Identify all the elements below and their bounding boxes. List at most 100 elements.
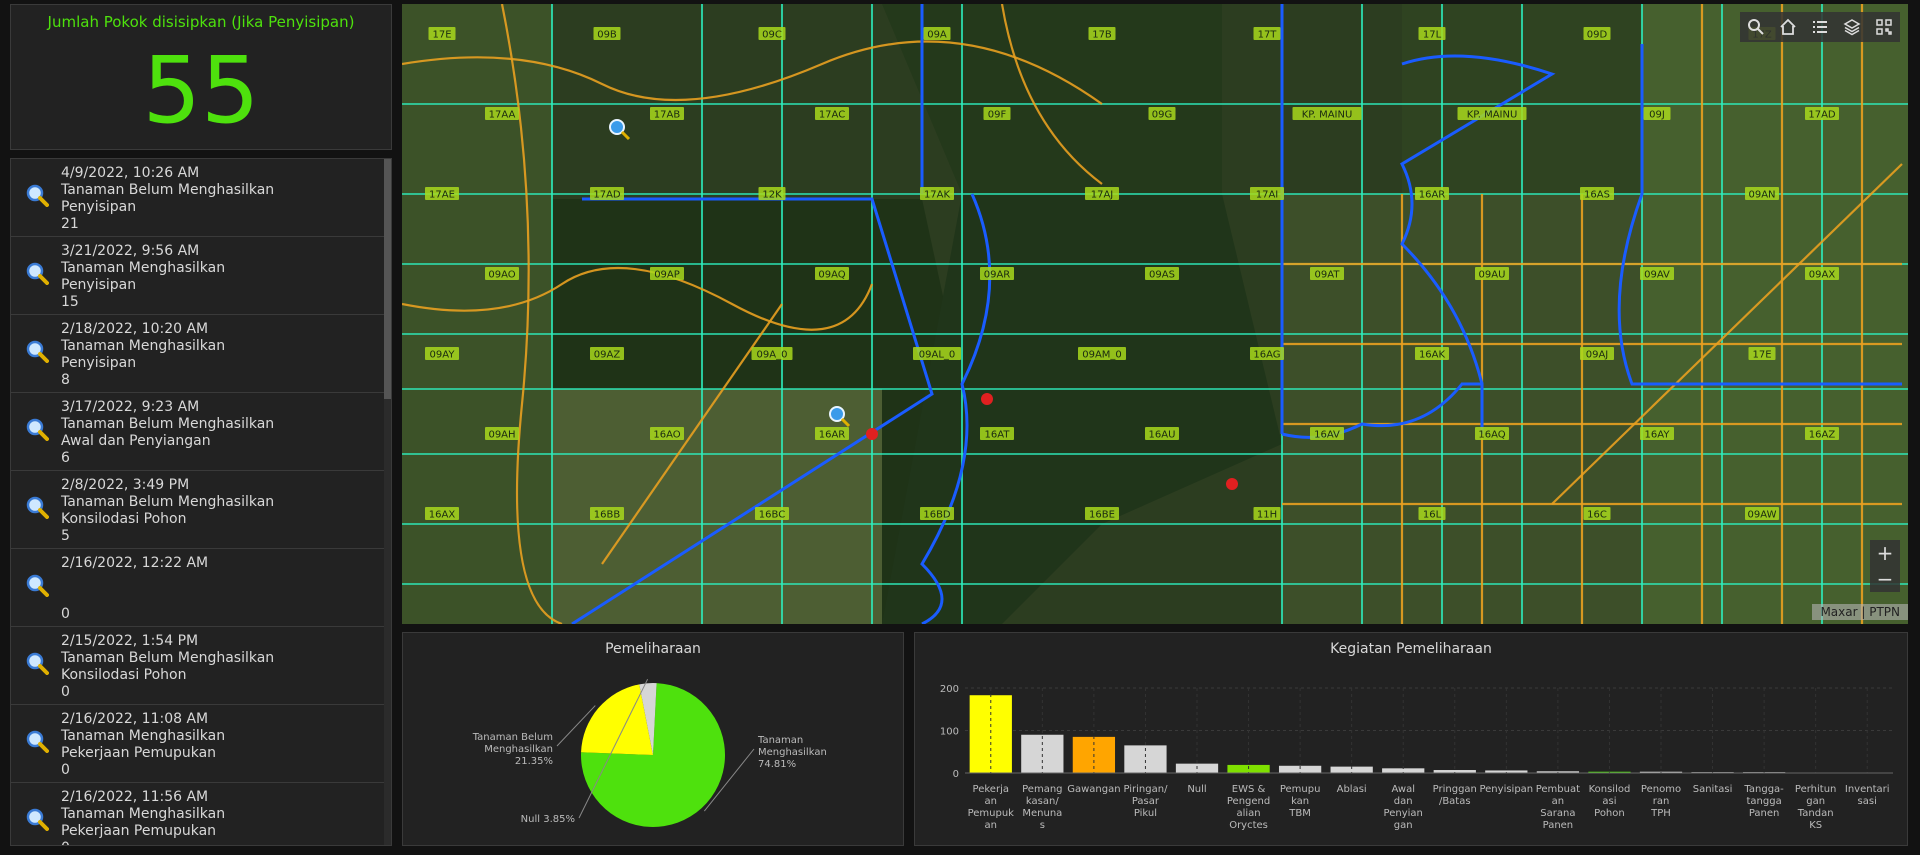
- svg-text:09AP: 09AP: [654, 270, 680, 281]
- map-block-label: 17AK: [920, 187, 954, 201]
- map-block-label: 17E: [1748, 347, 1776, 361]
- svg-text:17T: 17T: [1258, 30, 1278, 41]
- x-tick-label: tangga: [1747, 796, 1782, 807]
- svg-text:09AM_0: 09AM_0: [1082, 350, 1122, 361]
- zoom-to-icon[interactable]: [25, 183, 49, 207]
- y-tick-label: 0: [953, 769, 959, 780]
- svg-text:09AT: 09AT: [1315, 270, 1341, 281]
- svg-text:16BE: 16BE: [1089, 510, 1115, 521]
- svg-text:09A_0: 09A_0: [757, 350, 788, 361]
- x-tick-label: Menuna: [1022, 808, 1062, 819]
- map-block-label: 09AJ: [1580, 347, 1614, 361]
- svg-text:09AN: 09AN: [1748, 190, 1775, 201]
- x-tick-label: Pemupuk: [968, 808, 1015, 819]
- list-scrollbar-thumb[interactable]: [384, 159, 391, 399]
- map-block-label: 16AX: [425, 507, 459, 521]
- list-item-category: Tanaman Menghasilkan: [61, 728, 226, 744]
- list-item[interactable]: 3/21/2022, 9:56 AM Tanaman Menghasilkan Pe…: [11, 237, 391, 315]
- x-tick-label: Panen: [1543, 820, 1574, 831]
- x-tick-label: Tangga-: [1743, 784, 1784, 795]
- list-item[interactable]: 2/18/2022, 10:20 AM Tanaman Menghasilkan P…: [11, 315, 391, 393]
- list-item-date: 2/8/2022, 3:49 PM: [61, 477, 190, 493]
- map-point-marker[interactable]: [866, 428, 878, 440]
- record-list[interactable]: 4/9/2022, 10:26 AM Tanaman Belum Menghasi…: [10, 158, 392, 846]
- map-block-label: 09AH: [485, 427, 519, 441]
- svg-text:16AR: 16AR: [819, 430, 846, 441]
- pie-chart[interactable]: TanamanMenghasilkan74.81%Tanaman BelumMe…: [403, 633, 903, 845]
- zoom-out-button[interactable]: −: [1870, 566, 1900, 592]
- map-point-marker[interactable]: [981, 393, 993, 405]
- bar-chart[interactable]: 0100200PekerjaanPemupukanPemangkasan/Men…: [915, 633, 1907, 845]
- list-item-count: 0: [61, 606, 70, 622]
- svg-text:09B: 09B: [597, 30, 617, 41]
- map-block-label: 16AQ: [1475, 427, 1509, 441]
- list-scrollbar[interactable]: [384, 159, 391, 845]
- map-block-label: 17AJ: [1085, 187, 1119, 201]
- zoom-to-icon[interactable]: [25, 339, 49, 363]
- map-block-label: 16BB: [590, 507, 624, 521]
- zoom-to-icon[interactable]: [25, 495, 49, 519]
- x-tick-label: Pikul: [1134, 808, 1157, 819]
- x-tick-label: sasi: [1858, 796, 1877, 807]
- zoom-to-icon[interactable]: [25, 729, 49, 753]
- x-tick-label: Penyisipan: [1479, 784, 1533, 795]
- x-tick-label: Gawangan: [1067, 784, 1120, 795]
- zoom-to-icon[interactable]: [25, 261, 49, 285]
- list-item[interactable]: 2/15/2022, 1:54 PM Tanaman Belum Menghasi…: [11, 627, 391, 705]
- x-tick-label: Pringgan: [1433, 784, 1477, 795]
- plantation-area: [1642, 4, 1908, 624]
- list-item-category: [61, 572, 208, 589]
- y-tick-label: 200: [940, 684, 959, 695]
- x-tick-label: gan: [1394, 820, 1413, 831]
- svg-text:09AL_0: 09AL_0: [919, 350, 956, 361]
- zoom-to-icon[interactable]: [25, 651, 49, 675]
- map-block-label: 09AO: [485, 267, 519, 281]
- list-item[interactable]: 3/17/2022, 9:23 AM Tanaman Belum Menghasi…: [11, 393, 391, 471]
- zoom-to-icon[interactable]: [25, 417, 49, 441]
- map-toolbar: [1740, 12, 1900, 42]
- svg-text:16AK: 16AK: [1419, 350, 1446, 361]
- map-block-label: 09AW: [1745, 507, 1779, 521]
- x-tick-label: Oryctes: [1229, 820, 1268, 831]
- search-icon[interactable]: [1740, 12, 1772, 42]
- svg-text:16AZ: 16AZ: [1809, 430, 1836, 441]
- indicator-title: Jumlah Pokok disisipkan (Jika Penyisipan…: [47, 13, 355, 31]
- pie-slice-label: Menghasilkan: [758, 747, 827, 758]
- x-tick-label: Piringan/: [1123, 784, 1168, 795]
- zoom-in-button[interactable]: +: [1870, 540, 1900, 566]
- y-tick-label: 100: [940, 727, 959, 738]
- pie-slice-label: 21.35%: [515, 756, 553, 767]
- svg-text:KP. MAINU: KP. MAINU: [1467, 110, 1518, 121]
- list-item[interactable]: 2/16/2022, 11:08 AM Tanaman Menghasilkan P…: [11, 705, 391, 783]
- pie-slice-label: Tanaman Belum: [472, 732, 553, 743]
- list-item[interactable]: 2/8/2022, 3:49 PM Tanaman Belum Menghasil…: [11, 471, 391, 549]
- legend-list-icon[interactable]: [1804, 12, 1836, 42]
- map-block-label: 12K: [758, 187, 786, 201]
- layers-icon[interactable]: [1836, 12, 1868, 42]
- plantation-area: [402, 4, 552, 624]
- zoom-to-icon[interactable]: [25, 573, 49, 597]
- svg-text:16BC: 16BC: [759, 510, 785, 521]
- map-point-marker[interactable]: [1226, 478, 1238, 490]
- qr-basemap-icon[interactable]: [1868, 12, 1900, 42]
- map-block-label: 16AT: [980, 427, 1014, 441]
- x-tick-label: Konsilod: [1589, 784, 1631, 795]
- satellite-map[interactable]: 17E09B09C09A17B17T17L09D17Z17AA17AB17AC0…: [402, 4, 1908, 624]
- map-attribution: Maxar | PTPN: [1812, 604, 1908, 620]
- zoom-to-icon[interactable]: [25, 807, 49, 831]
- map-view[interactable]: 17E09B09C09A17B17T17L09D17Z17AA17AB17AC0…: [402, 4, 1908, 624]
- list-item-date: 2/18/2022, 10:20 AM: [61, 321, 209, 337]
- list-item[interactable]: 4/9/2022, 10:26 AM Tanaman Belum Menghasi…: [11, 159, 391, 237]
- svg-text:16AS: 16AS: [1584, 190, 1610, 201]
- x-tick-label: KS: [1809, 820, 1822, 831]
- list-item[interactable]: 2/16/2022, 11:56 AM Tanaman Menghasilkan P…: [11, 783, 391, 845]
- indicator-panel: Jumlah Pokok disisipkan (Jika Penyisipan…: [10, 4, 392, 150]
- list-item[interactable]: 2/16/2022, 12:22 AM 0: [11, 549, 391, 627]
- map-block-label: 09AY: [425, 347, 459, 361]
- svg-text:KP. MAINU: KP. MAINU: [1302, 110, 1353, 121]
- indicator-value: 55: [142, 37, 260, 144]
- list-item-activity: Awal dan Penyiangan: [61, 433, 211, 449]
- home-icon[interactable]: [1772, 12, 1804, 42]
- svg-text:16BD: 16BD: [923, 510, 951, 521]
- svg-text:09AS: 09AS: [1149, 270, 1175, 281]
